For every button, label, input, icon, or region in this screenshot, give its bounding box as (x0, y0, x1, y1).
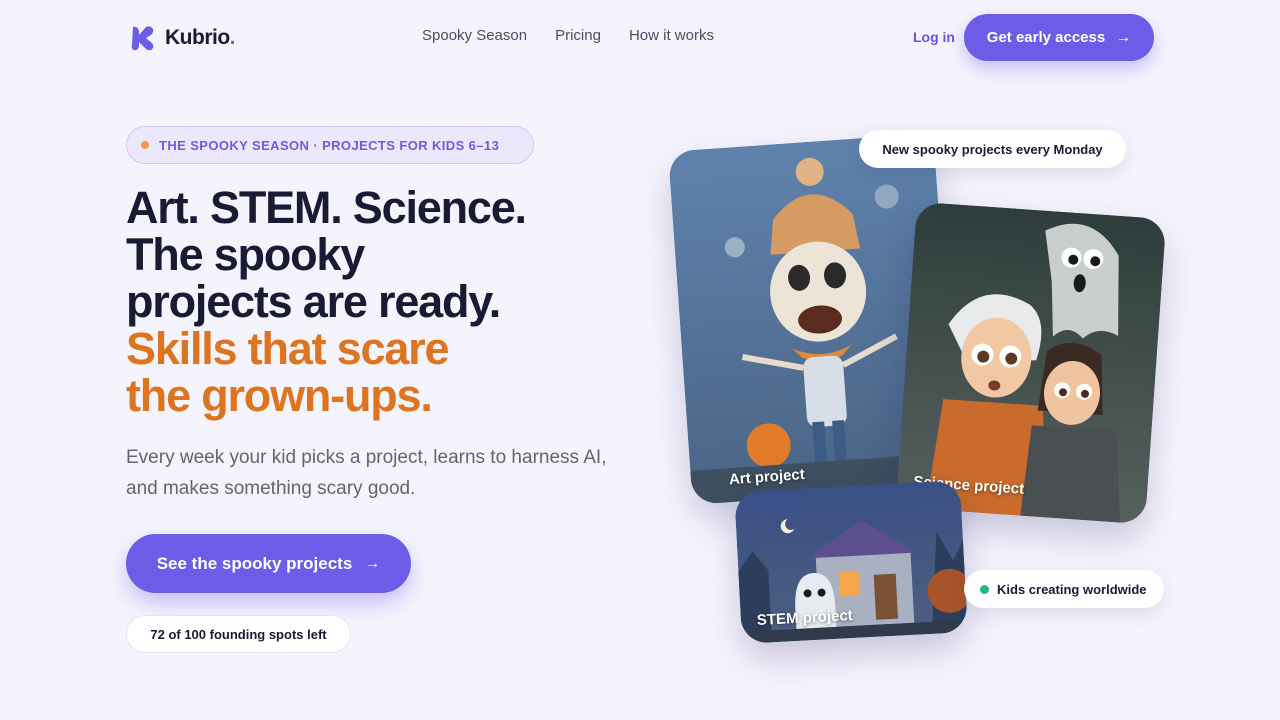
status-dot-icon (141, 141, 149, 149)
new-projects-tag: New spooky projects every Monday (859, 130, 1126, 168)
headline-line: projects are ready. (126, 276, 501, 327)
stem-project-card[interactable]: STEM project (734, 480, 968, 644)
get-early-access-button[interactable]: Get early access → (964, 14, 1154, 61)
founding-spots-badge: 72 of 100 founding spots left (126, 615, 351, 653)
science-project-card[interactable]: Science project (895, 201, 1167, 525)
eyebrow-text: THE SPOOKY SEASON · PROJECTS FOR KIDS 6–… (159, 137, 500, 153)
arrow-right-icon: → (1115, 28, 1132, 46)
login-link[interactable]: Log in (913, 29, 955, 45)
nav-link-pricing[interactable]: Pricing (555, 27, 601, 44)
worldwide-tag: Kids creating worldwide (964, 570, 1164, 608)
headline-accent-line: Skills that scare (126, 323, 449, 374)
kubrio-logo-icon (131, 26, 154, 51)
hero-headline: Art. STEM. Science. The spooky projects … (126, 182, 527, 421)
brand-dot: . (229, 26, 236, 49)
nav-links: Spooky Season Pricing How it works (422, 27, 714, 44)
brand-name: Kubrio (165, 26, 230, 49)
headline-accent-line: the grown-ups. (126, 370, 433, 421)
live-dot-icon (980, 584, 989, 594)
eyebrow-pill: THE SPOOKY SEASON · PROJECTS FOR KIDS 6–… (126, 126, 534, 164)
see-spooky-projects-label: See the spooky projects (156, 553, 353, 573)
hero-subtext: Every week your kid picks a project, lea… (126, 447, 607, 499)
nav-link-spooky-season[interactable]: Spooky Season (422, 27, 527, 44)
headline-line: Art. STEM. Science. (126, 182, 527, 233)
get-early-access-label: Get early access (986, 29, 1106, 46)
worldwide-tag-text: Kids creating worldwide (997, 581, 1147, 597)
headline-line: The spooky (126, 229, 365, 280)
see-spooky-projects-button[interactable]: See the spooky projects → (126, 534, 411, 593)
arrow-right-icon: → (364, 554, 381, 572)
brand-logo[interactable]: Kubrio . (129, 24, 236, 52)
top-nav: Kubrio . Spooky Season Pricing How it wo… (0, 0, 1280, 76)
nav-link-how-it-works[interactable]: How it works (629, 27, 714, 44)
